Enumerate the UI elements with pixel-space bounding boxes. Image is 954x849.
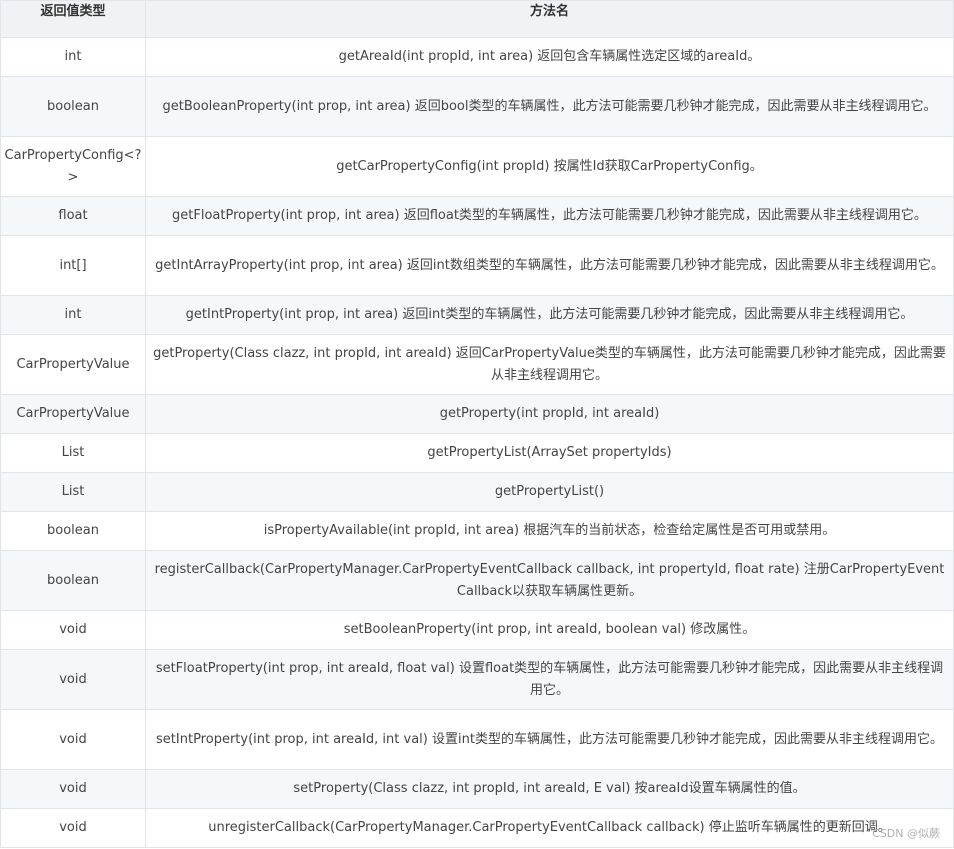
method-cell: getFloatProperty(int prop, int area) 返回f… bbox=[145, 196, 954, 236]
method-cell: getAreaId(int propId, int area) 返回包含车辆属性… bbox=[145, 37, 954, 77]
table-row: CarPropertyConfig<?> getCarPropertyConfi… bbox=[0, 136, 954, 197]
return-type-cell: float bbox=[0, 196, 146, 236]
method-cell: getBooleanProperty(int prop, int area) 返… bbox=[145, 76, 954, 137]
method-cell: getIntProperty(int prop, int area) 返回int… bbox=[145, 295, 954, 335]
return-type-cell: int bbox=[0, 295, 146, 335]
return-type-cell: CarPropertyValue bbox=[0, 394, 146, 434]
method-cell: registerCallback(CarPropertyManager.CarP… bbox=[145, 550, 954, 611]
table-row: void setProperty(Class clazz, int propId… bbox=[0, 769, 954, 809]
return-type-cell: CarPropertyValue bbox=[0, 334, 146, 395]
header-method-name: 方法名 bbox=[145, 0, 954, 38]
return-type-cell: boolean bbox=[0, 511, 146, 551]
table-header-row: 返回值类型 方法名 bbox=[0, 0, 954, 38]
table-row: boolean isPropertyAvailable(int propId, … bbox=[0, 511, 954, 551]
return-type-cell: boolean bbox=[0, 550, 146, 611]
method-cell: setFloatProperty(int prop, int areaId, f… bbox=[145, 649, 954, 710]
method-cell: setBooleanProperty(int prop, int areaId,… bbox=[145, 610, 954, 650]
page: 返回值类型 方法名 int getAreaId(int propId, int … bbox=[0, 0, 954, 849]
method-cell: setProperty(Class clazz, int propId, int… bbox=[145, 769, 954, 809]
method-cell: getProperty(Class clazz, int propId, int… bbox=[145, 334, 954, 395]
method-cell: setIntProperty(int prop, int areaId, int… bbox=[145, 709, 954, 770]
table-row: float getFloatProperty(int prop, int are… bbox=[0, 196, 954, 236]
table-row: int getIntProperty(int prop, int area) 返… bbox=[0, 295, 954, 335]
table-row: boolean getBooleanProperty(int prop, int… bbox=[0, 76, 954, 137]
table-row: int[] getIntArrayProperty(int prop, int … bbox=[0, 235, 954, 296]
method-cell: getPropertyList() bbox=[145, 472, 954, 512]
table-row: void setFloatProperty(int prop, int area… bbox=[0, 649, 954, 710]
method-cell: getIntArrayProperty(int prop, int area) … bbox=[145, 235, 954, 296]
return-type-cell: void bbox=[0, 649, 146, 710]
return-type-cell: List bbox=[0, 472, 146, 512]
table-row: void unregisterCallback(CarPropertyManag… bbox=[0, 808, 954, 848]
table-row: void setIntProperty(int prop, int areaId… bbox=[0, 709, 954, 770]
api-method-table: 返回值类型 方法名 int getAreaId(int propId, int … bbox=[0, 0, 954, 848]
header-return-type: 返回值类型 bbox=[0, 0, 146, 38]
watermark: CSDN @似蕨 bbox=[872, 827, 940, 840]
table-row: CarPropertyValue getProperty(Class clazz… bbox=[0, 334, 954, 395]
return-type-cell: void bbox=[0, 769, 146, 809]
table-row: List getPropertyList(ArraySet propertyId… bbox=[0, 433, 954, 473]
return-type-cell: boolean bbox=[0, 76, 146, 137]
return-type-cell: void bbox=[0, 610, 146, 650]
return-type-cell: int[] bbox=[0, 235, 146, 296]
return-type-cell: CarPropertyConfig<?> bbox=[0, 136, 146, 197]
table-row: CarPropertyValue getProperty(int propId,… bbox=[0, 394, 954, 434]
method-cell: getCarPropertyConfig(int propId) 按属性Id获取… bbox=[145, 136, 954, 197]
return-type-cell: List bbox=[0, 433, 146, 473]
method-cell: isPropertyAvailable(int propId, int area… bbox=[145, 511, 954, 551]
return-type-cell: void bbox=[0, 709, 146, 770]
method-cell: getPropertyList(ArraySet propertyIds) bbox=[145, 433, 954, 473]
table-row: boolean registerCallback(CarPropertyMana… bbox=[0, 550, 954, 611]
table-row: int getAreaId(int propId, int area) 返回包含… bbox=[0, 37, 954, 77]
table-row: void setBooleanProperty(int prop, int ar… bbox=[0, 610, 954, 650]
return-type-cell: int bbox=[0, 37, 146, 77]
method-cell: getProperty(int propId, int areaId) bbox=[145, 394, 954, 434]
method-cell: unregisterCallback(CarPropertyManager.Ca… bbox=[145, 808, 954, 848]
return-type-cell: void bbox=[0, 808, 146, 848]
table-row: List getPropertyList() bbox=[0, 472, 954, 512]
